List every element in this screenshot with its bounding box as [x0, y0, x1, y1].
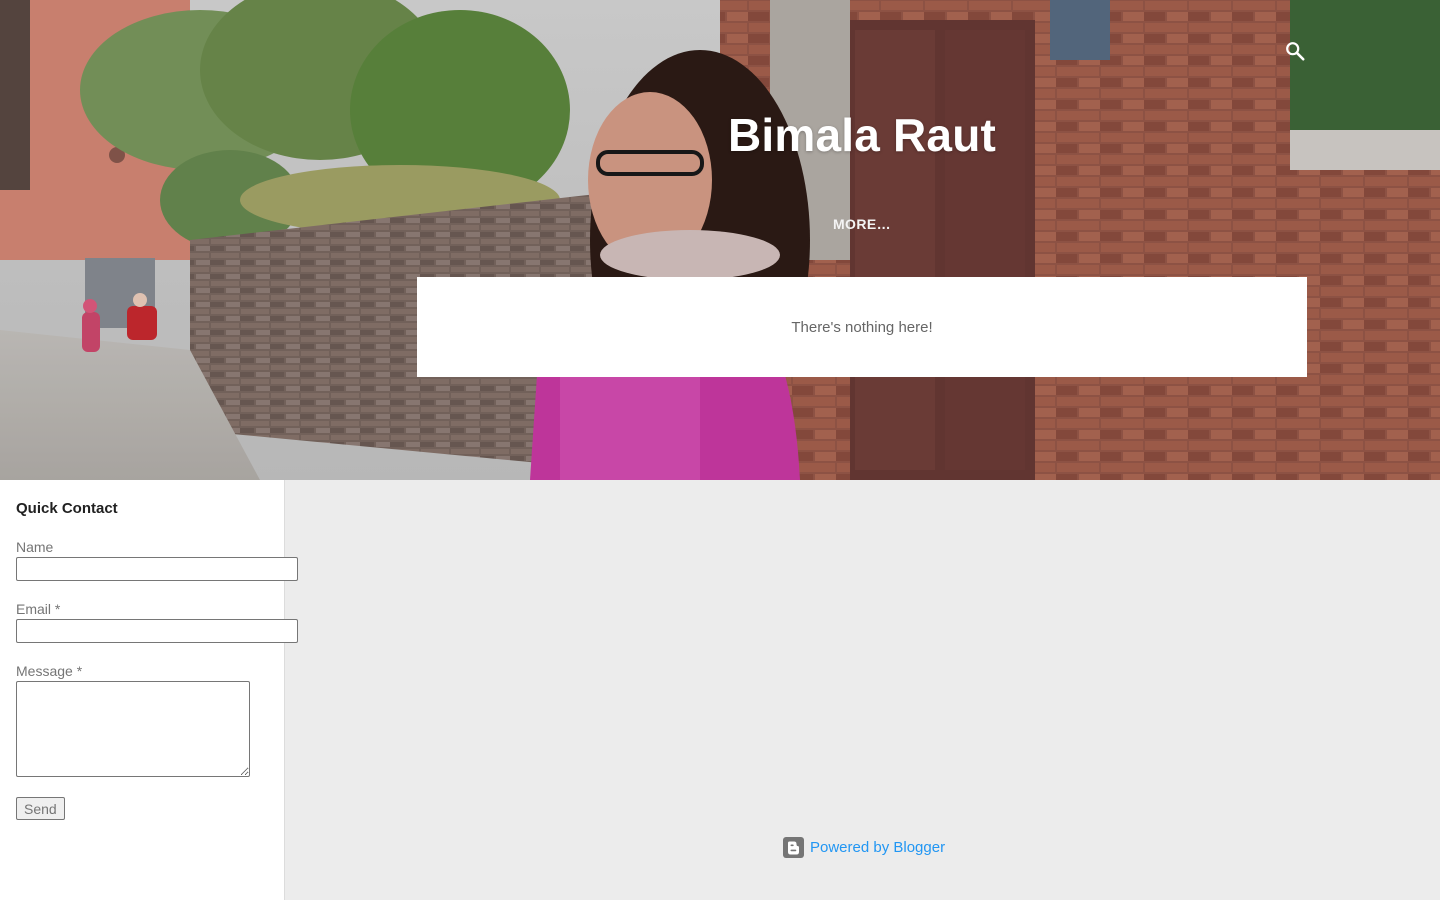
- blogger-icon: [783, 837, 804, 858]
- contact-form: Name Email * Message * Send: [16, 539, 298, 820]
- search-button[interactable]: [1280, 36, 1310, 66]
- message-textarea[interactable]: [16, 681, 250, 777]
- more-menu-link[interactable]: MORE…: [0, 216, 1440, 232]
- powered-by-blogger-link[interactable]: Powered by Blogger: [783, 837, 945, 858]
- send-button[interactable]: Send: [16, 797, 65, 820]
- empty-message: There's nothing here!: [791, 318, 933, 336]
- message-label: Message *: [16, 663, 83, 679]
- sidebar: Quick Contact Name Email * Message * Sen…: [0, 480, 298, 900]
- powered-by-text[interactable]: Powered by Blogger: [810, 839, 945, 856]
- contact-widget-title: Quick Contact: [16, 500, 118, 517]
- header-banner: Bimala Raut MORE… There's nothing here!: [0, 0, 1440, 480]
- search-icon: [1286, 42, 1305, 61]
- header-background-photo: [0, 0, 1440, 480]
- posts-container: There's nothing here!: [417, 277, 1307, 377]
- name-input[interactable]: [16, 557, 298, 581]
- name-label: Name: [16, 539, 54, 555]
- blog-title[interactable]: Bimala Raut: [0, 108, 1440, 162]
- email-label: Email *: [16, 601, 61, 617]
- email-input[interactable]: [16, 619, 298, 643]
